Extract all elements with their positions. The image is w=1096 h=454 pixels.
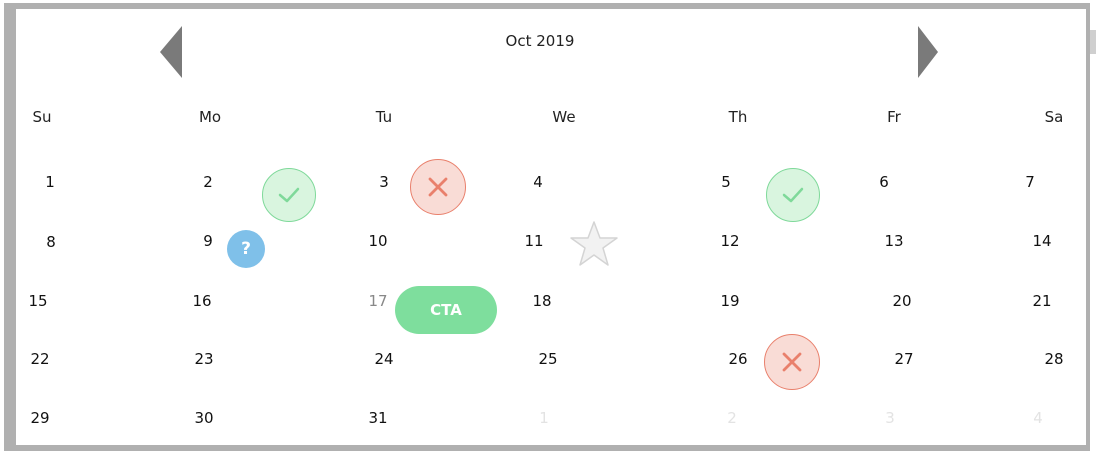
day-cell[interactable]: 27 <box>886 350 922 368</box>
day-cell[interactable]: 23 <box>186 350 222 368</box>
question-icon: ? <box>241 239 251 259</box>
chevron-left-icon <box>160 26 182 78</box>
day-cell[interactable]: 24 <box>366 350 402 368</box>
scroll-edge <box>1090 30 1096 54</box>
weekday-fr: Fr <box>887 108 901 126</box>
rejected-badge[interactable] <box>764 334 820 390</box>
star-icon <box>570 221 618 266</box>
day-cell[interactable]: 4 <box>520 173 556 191</box>
day-cell[interactable]: 11 <box>516 232 552 250</box>
day-cell[interactable]: 3 <box>366 173 402 191</box>
chevron-right-icon <box>918 26 938 78</box>
day-cell[interactable]: 4 <box>1020 409 1056 427</box>
day-cell[interactable]: 20 <box>884 292 920 310</box>
next-month-button[interactable] <box>918 26 938 78</box>
day-cell[interactable]: 9 <box>190 232 226 250</box>
day-cell[interactable]: 2 <box>190 173 226 191</box>
day-cell[interactable]: 19 <box>712 292 748 310</box>
day-cell[interactable]: 15 <box>20 292 56 310</box>
check-icon <box>278 187 300 203</box>
day-cell[interactable]: 14 <box>1024 232 1060 250</box>
weekday-th: Th <box>728 108 748 126</box>
day-cell[interactable]: 7 <box>1012 173 1048 191</box>
check-icon <box>782 187 804 203</box>
weekday-su: Su <box>32 108 52 126</box>
day-cell[interactable]: 29 <box>22 409 58 427</box>
weekday-tu: Tu <box>375 108 393 126</box>
rejected-badge[interactable] <box>410 159 466 215</box>
month-title: Oct 2019 <box>505 32 575 50</box>
day-cell[interactable]: 2 <box>714 409 750 427</box>
day-cell[interactable]: 21 <box>1024 292 1060 310</box>
day-cell[interactable]: 16 <box>184 292 220 310</box>
cta-button[interactable]: CTA <box>395 286 497 334</box>
weekday-we: We <box>552 108 576 126</box>
day-cell[interactable]: 30 <box>186 409 222 427</box>
day-cell[interactable]: 6 <box>866 173 902 191</box>
day-cell[interactable]: 17 <box>360 292 396 310</box>
day-cell[interactable]: 25 <box>530 350 566 368</box>
day-cell[interactable]: 26 <box>720 350 756 368</box>
day-cell[interactable]: 1 <box>526 409 562 427</box>
day-cell[interactable]: 5 <box>708 173 744 191</box>
day-cell[interactable]: 28 <box>1036 350 1072 368</box>
help-badge[interactable]: ? <box>227 230 265 268</box>
prev-month-button[interactable] <box>160 26 182 78</box>
day-cell[interactable]: 12 <box>712 232 748 250</box>
favorite-star[interactable] <box>568 219 620 273</box>
close-icon <box>428 177 448 197</box>
weekday-mo: Mo <box>198 108 222 126</box>
day-cell[interactable]: 22 <box>22 350 58 368</box>
day-cell[interactable]: 13 <box>876 232 912 250</box>
day-cell[interactable]: 18 <box>524 292 560 310</box>
close-icon <box>782 352 802 372</box>
approved-badge[interactable] <box>766 168 820 222</box>
day-cell[interactable]: 8 <box>33 233 69 251</box>
approved-badge[interactable] <box>262 168 316 222</box>
weekday-sa: Sa <box>1044 108 1064 126</box>
day-cell[interactable]: 1 <box>32 173 68 191</box>
day-cell[interactable]: 31 <box>360 409 396 427</box>
day-cell[interactable]: 3 <box>872 409 908 427</box>
day-cell[interactable]: 10 <box>360 232 396 250</box>
